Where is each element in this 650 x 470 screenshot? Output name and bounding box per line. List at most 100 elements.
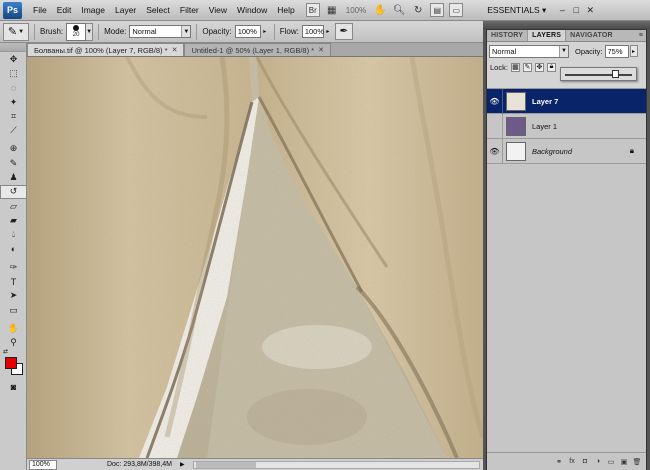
healing-icon[interactable]: ⊕ — [0, 142, 27, 156]
status-zoom-field[interactable]: 100% — [29, 459, 57, 470]
layer-opacity-field[interactable]: 75% — [604, 44, 629, 58]
layer-row-background[interactable]: 👁︎ Background 🔒︎ — [487, 138, 646, 164]
flow-label: Flow: — [279, 27, 299, 36]
gradient-icon[interactable]: ▰ — [0, 213, 27, 227]
hand-icon[interactable]: ✋ — [373, 3, 387, 17]
document-canvas[interactable] — [27, 57, 483, 458]
slider-thumb[interactable] — [612, 70, 620, 78]
menu-select[interactable]: Select — [141, 0, 175, 21]
blur-icon[interactable]: 💧︎ — [0, 228, 27, 242]
rotate-view-icon[interactable]: ↻ — [411, 3, 425, 17]
brush-icon[interactable]: ✎ — [0, 156, 27, 170]
lock-transparency-icon[interactable]: ▦ — [510, 62, 520, 72]
opacity-slider-arrow[interactable]: ▸ — [261, 25, 269, 38]
blend-mode-select[interactable]: Normal ▼ — [489, 44, 569, 58]
link-layers-icon[interactable]: ⚭ — [554, 457, 564, 467]
hand-icon[interactable]: ✋ — [0, 321, 27, 335]
layer-row-layer-1[interactable]: Layer 1 — [487, 113, 646, 139]
flow-field[interactable]: 100% — [301, 25, 324, 38]
brush-dropdown-arrow[interactable]: ▼ — [86, 22, 94, 41]
zoom-icon[interactable]: 🔍︎ — [392, 3, 406, 17]
pen-icon[interactable]: ✑ — [0, 260, 27, 274]
scrollbar-thumb[interactable] — [195, 461, 256, 468]
panel-menu-icon[interactable]: ≡ — [639, 32, 643, 39]
screen-mode-icon[interactable]: ▭ — [449, 3, 464, 17]
rectangle-icon[interactable]: ▭ — [0, 303, 27, 317]
close-button[interactable]: ✕ — [584, 4, 596, 16]
clone-stamp-icon[interactable]: ♟ — [0, 170, 27, 184]
opacity-slider-arrow[interactable]: ▸ — [629, 45, 638, 57]
close-icon[interactable]: ✕ — [318, 46, 324, 54]
tool-preset-picker[interactable]: ✎ ▼ — [3, 22, 29, 41]
lock-pixels-icon[interactable]: ✎ — [522, 62, 532, 72]
flow-slider-arrow[interactable]: ▸ — [324, 25, 332, 38]
status-menu-arrow[interactable]: ▶ — [180, 461, 185, 468]
visibility-toggle[interactable] — [487, 113, 503, 139]
menu-filter[interactable]: Filter — [175, 0, 204, 21]
maximize-button[interactable]: □ — [570, 4, 582, 16]
foreground-color-swatch[interactable] — [5, 356, 17, 369]
close-icon[interactable]: ✕ — [172, 46, 178, 54]
lock-icon: 🔒︎ — [629, 146, 634, 155]
eyedropper-icon[interactable]: ⟋ — [0, 123, 27, 137]
quick-mask-icon[interactable]: ◙ — [0, 380, 27, 394]
move-icon[interactable]: ✥ — [0, 52, 27, 66]
marquee-icon[interactable]: ⬚ — [0, 66, 27, 80]
type-icon[interactable]: T — [0, 274, 27, 288]
layer-name[interactable]: Background — [532, 147, 572, 156]
zoom-level[interactable]: 100% — [344, 6, 368, 15]
dock-grip[interactable] — [483, 21, 650, 29]
lock-position-icon[interactable]: ✥ — [534, 62, 544, 72]
menu-view[interactable]: View — [204, 0, 232, 21]
menu-image[interactable]: Image — [76, 0, 110, 21]
horizontal-scrollbar[interactable] — [192, 460, 480, 469]
doc-tab-untitled-1[interactable]: Untitled-1 @ 50% (Layer 1, RGB/8) * ✕ — [184, 43, 331, 56]
menu-help[interactable]: Help — [272, 0, 299, 21]
toolbox-grip[interactable] — [0, 43, 26, 52]
delete-layer-icon[interactable]: 🗑︎ — [632, 457, 642, 467]
new-group-icon[interactable]: ▭ — [606, 457, 616, 467]
opacity-slider-popup[interactable] — [560, 67, 637, 81]
dodge-icon[interactable]: ◐ — [0, 242, 27, 256]
tab-history[interactable]: HISTORY — [487, 30, 527, 41]
tab-layers[interactable]: LAYERS — [527, 30, 567, 41]
lasso-icon[interactable]: ◌ — [0, 81, 27, 95]
mode-select[interactable]: Normal ▼ — [129, 25, 192, 38]
adjustment-layer-icon[interactable]: ◑ — [593, 457, 603, 467]
tab-navigator[interactable]: NAVIGATOR — [566, 30, 617, 41]
visibility-toggle[interactable]: 👁︎ — [487, 88, 503, 114]
opacity-field[interactable]: 100% — [234, 25, 261, 38]
path-select-icon[interactable]: ➤ — [0, 289, 27, 303]
new-layer-icon[interactable]: ▣ — [619, 457, 629, 467]
menu-edit[interactable]: Edit — [52, 0, 77, 21]
layers-panel-footer: ⚭ fx ◘ ◑ ▭ ▣ 🗑︎ — [487, 452, 646, 470]
minimize-button[interactable]: – — [556, 4, 568, 16]
menu-layer[interactable]: Layer — [110, 0, 141, 21]
menu-file[interactable]: File — [28, 0, 52, 21]
bridge-icon[interactable]: Br — [305, 3, 320, 17]
layer-style-icon[interactable]: fx — [567, 457, 577, 467]
eraser-icon[interactable]: ▱ — [0, 199, 27, 213]
swap-colors-icon[interactable]: ⇄ — [3, 348, 8, 355]
layer-name[interactable]: Layer 7 — [532, 97, 558, 106]
extras-icon[interactable]: ▦ — [325, 3, 339, 17]
panel-dock: HISTORY LAYERS NAVIGATOR ≡ Normal ▼ Opac… — [483, 21, 650, 470]
panel-tabs: HISTORY LAYERS NAVIGATOR ≡ — [487, 30, 646, 42]
visibility-toggle[interactable]: 👁︎ — [487, 138, 503, 164]
history-brush-icon[interactable]: ↺ — [0, 184, 27, 199]
doc-tab-bolvany[interactable]: Болваны.tif @ 100% (Layer 7, RGB/8) * ✕ — [27, 43, 185, 56]
menu-window[interactable]: Window — [232, 0, 272, 21]
layer-name[interactable]: Layer 1 — [532, 122, 557, 131]
brush-preset-picker[interactable]: 20 — [66, 22, 87, 41]
chevron-down-icon: ▼ — [559, 45, 568, 57]
layer-row-layer-7[interactable]: 👁︎ Layer 7 — [487, 88, 646, 114]
magic-wand-icon[interactable]: ✦ — [0, 95, 27, 109]
arrange-documents-icon[interactable]: ▤ — [430, 3, 445, 17]
blend-mode-value: Normal — [492, 46, 517, 56]
crop-icon[interactable]: ⌗ — [0, 109, 27, 123]
layer-mask-icon[interactable]: ◘ — [580, 457, 590, 467]
airbrush-toggle[interactable]: ✒ — [334, 23, 353, 40]
lock-all-icon[interactable]: 🔒︎ — [546, 62, 556, 72]
workspace-switcher[interactable]: ESSENTIALS ▾ — [487, 5, 546, 16]
divider — [273, 23, 275, 40]
